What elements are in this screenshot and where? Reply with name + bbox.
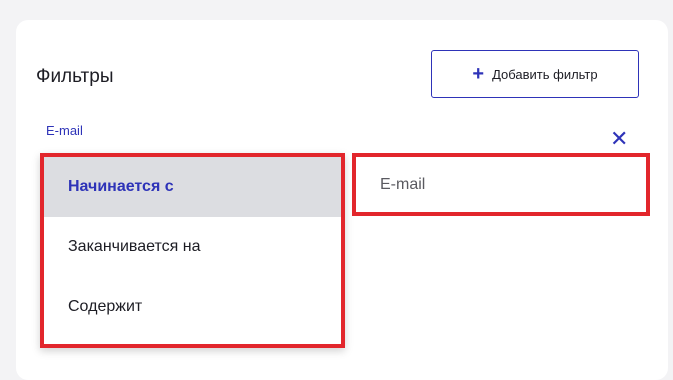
dropdown-option-contains[interactable]: Содержит <box>44 277 341 337</box>
plus-icon: + <box>472 63 485 85</box>
add-filter-label: Добавить фильтр <box>492 66 598 82</box>
add-filter-button[interactable]: + Добавить фильтр <box>431 50 639 98</box>
condition-dropdown[interactable]: Начинается с Заканчивается на Содержит <box>40 153 345 348</box>
dropdown-option-ends-with[interactable]: Заканчивается на <box>44 217 341 277</box>
close-icon[interactable]: ✕ <box>610 128 628 150</box>
dropdown-option-starts-with[interactable]: Начинается с <box>44 157 341 217</box>
field-label-email: E-mail <box>46 123 83 138</box>
filters-title: Фильтры <box>36 66 114 87</box>
email-input[interactable]: E-mail <box>352 153 650 216</box>
